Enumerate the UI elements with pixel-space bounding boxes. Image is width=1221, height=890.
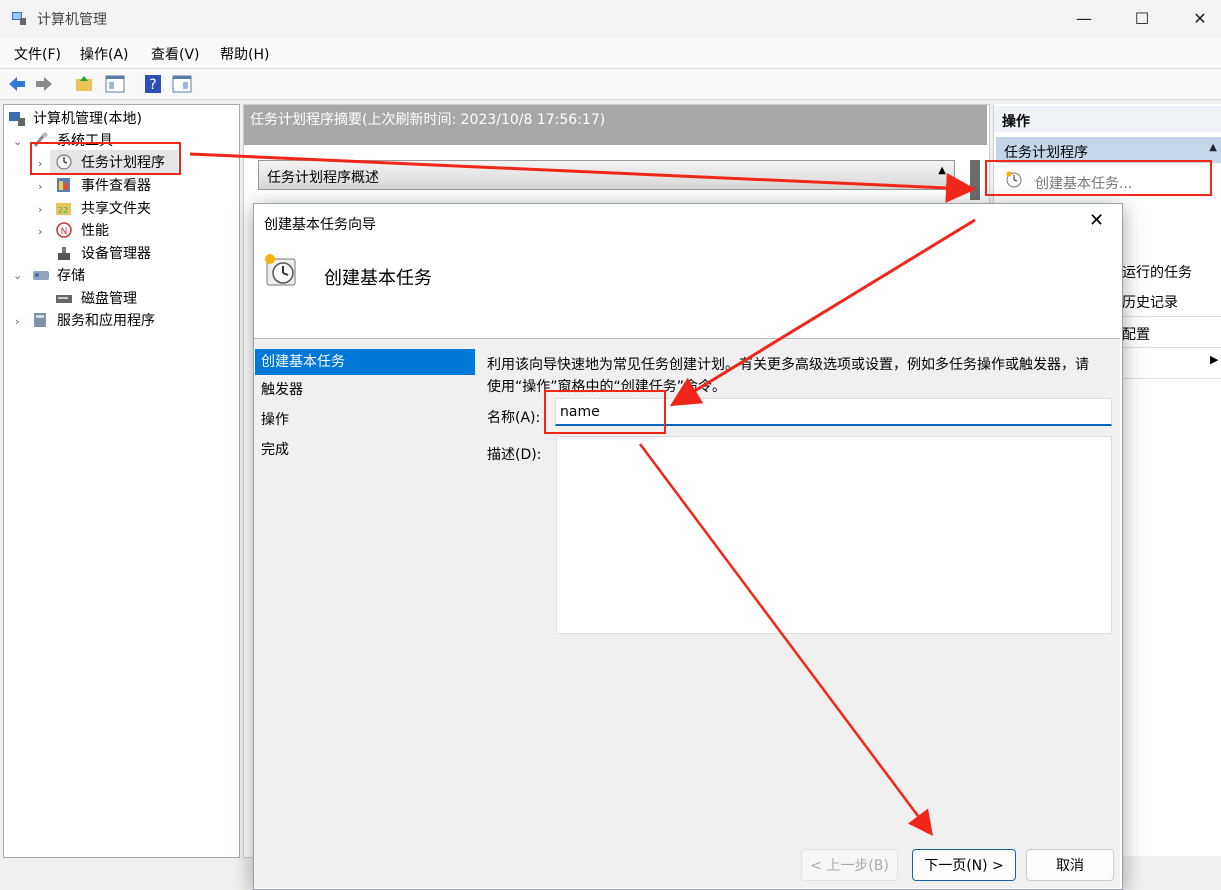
tree-item-device-manager[interactable]: 设备管理器	[81, 243, 151, 265]
tree-item-disk-management[interactable]: 磁盘管理	[81, 288, 137, 310]
device-manager-icon	[58, 247, 70, 260]
divider	[1122, 316, 1221, 317]
shared-folder-icon: 22	[56, 203, 71, 215]
tree-item-storage[interactable]: 存储	[57, 265, 85, 287]
close-button[interactable]: ✕	[1170, 0, 1221, 38]
step-trigger[interactable]: 触发器	[261, 377, 468, 403]
disk-management-icon	[56, 295, 72, 303]
computer-management-icon	[9, 112, 25, 126]
scrollbar-thumb[interactable]	[970, 160, 980, 200]
tree-root[interactable]: 计算机管理(本地)	[33, 108, 142, 130]
svg-text:?: ?	[149, 77, 156, 93]
back-arrow-icon[interactable]	[6, 73, 28, 95]
expand-chevron-icon[interactable]: ›	[38, 225, 42, 238]
tree-item-performance[interactable]: 性能	[81, 220, 109, 242]
dialog-close-button[interactable]: ✕	[1089, 210, 1104, 231]
back-button[interactable]: < 上一步(B)	[801, 849, 898, 881]
task-clock-icon	[265, 254, 296, 286]
summary-header-text: 任务计划程序摘要(上次刷新时间: 2023/10/8 17:56:17)	[250, 112, 606, 128]
services-icon	[34, 313, 46, 327]
cancel-button[interactable]: 取消	[1026, 849, 1114, 881]
description-input[interactable]	[556, 436, 1112, 634]
wizard-steps: 创建基本任务 触发器 操作 完成	[254, 339, 480, 888]
actions-section-label: 任务计划程序	[1004, 145, 1088, 161]
up-folder-icon[interactable]	[73, 73, 95, 95]
name-label: 名称(A):	[487, 410, 541, 426]
expand-chevron-icon[interactable]: ⌄	[13, 269, 22, 282]
step-create-basic-task[interactable]: 创建基本任务	[255, 349, 480, 375]
event-viewer-icon	[57, 178, 70, 192]
menu-view[interactable]: 查看(V)	[151, 44, 200, 64]
action-history[interactable]: 历史记录	[1122, 292, 1178, 312]
expand-chevron-icon[interactable]: ›	[15, 315, 19, 328]
divider	[1122, 378, 1221, 379]
tree-item-services-apps[interactable]: 服务和应用程序	[57, 310, 155, 332]
collapse-caret-icon[interactable]: ▲	[1209, 142, 1217, 153]
action-config[interactable]: 配置	[1122, 324, 1150, 344]
action-running-tasks[interactable]: 运行的任务	[1122, 262, 1192, 282]
divider	[1122, 347, 1221, 348]
title-bar	[0, 0, 1221, 38]
performance-icon: N	[56, 222, 72, 238]
submenu-arrow-icon[interactable]: ▶	[1210, 353, 1218, 366]
annotation-box-create-basic-task	[985, 160, 1212, 196]
computer-management-icon	[12, 12, 26, 25]
actions-title: 操作	[994, 106, 1221, 132]
description-label: 描述(D):	[487, 447, 542, 463]
minimize-button[interactable]: —	[1054, 0, 1114, 38]
tree-item-shared-folders[interactable]: 共享文件夹	[81, 198, 151, 220]
expand-chevron-icon[interactable]: ›	[38, 203, 42, 216]
next-button[interactable]: 下一页(N) >	[912, 849, 1016, 881]
expand-chevron-icon[interactable]: ⌄	[13, 135, 22, 148]
expand-chevron-icon[interactable]: ›	[38, 180, 42, 193]
overview-title: 任务计划程序概述	[267, 170, 379, 186]
navigation-tree: 计算机管理(本地) ⌄ 系统工具 › 任务计划程序 › 事件查看器 › 22 共…	[3, 104, 240, 858]
svg-text:22: 22	[58, 206, 68, 215]
show-hide-tree-icon[interactable]	[104, 73, 126, 95]
annotation-box-name-input	[544, 390, 666, 434]
menu-file[interactable]: 文件(F)	[14, 44, 61, 64]
step-finish[interactable]: 完成	[261, 437, 468, 463]
help-icon[interactable]: ?	[142, 73, 164, 95]
menu-help[interactable]: 帮助(H)	[220, 44, 269, 64]
collapse-caret-icon[interactable]: ▲	[938, 165, 946, 176]
tree-item-event-viewer[interactable]: 事件查看器	[81, 175, 151, 197]
maximize-button[interactable]: ☐	[1112, 0, 1172, 38]
overview-section-bar[interactable]: 任务计划程序概述 ▲	[258, 160, 955, 190]
window-title: 计算机管理	[37, 12, 107, 28]
annotation-box-task-scheduler	[30, 142, 181, 175]
forward-arrow-icon[interactable]	[33, 73, 55, 95]
summary-header: 任务计划程序摘要(上次刷新时间: 2023/10/8 17:56:17)	[244, 105, 987, 145]
show-action-pane-icon[interactable]	[171, 73, 193, 95]
actions-title-text: 操作	[1002, 114, 1030, 130]
svg-text:N: N	[61, 227, 68, 237]
menu-action[interactable]: 操作(A)	[80, 44, 129, 64]
dialog-header-title: 创建基本任务	[324, 268, 432, 289]
storage-icon	[33, 271, 49, 280]
step-action[interactable]: 操作	[261, 407, 468, 433]
dialog-title: 创建基本任务向导	[264, 217, 376, 233]
